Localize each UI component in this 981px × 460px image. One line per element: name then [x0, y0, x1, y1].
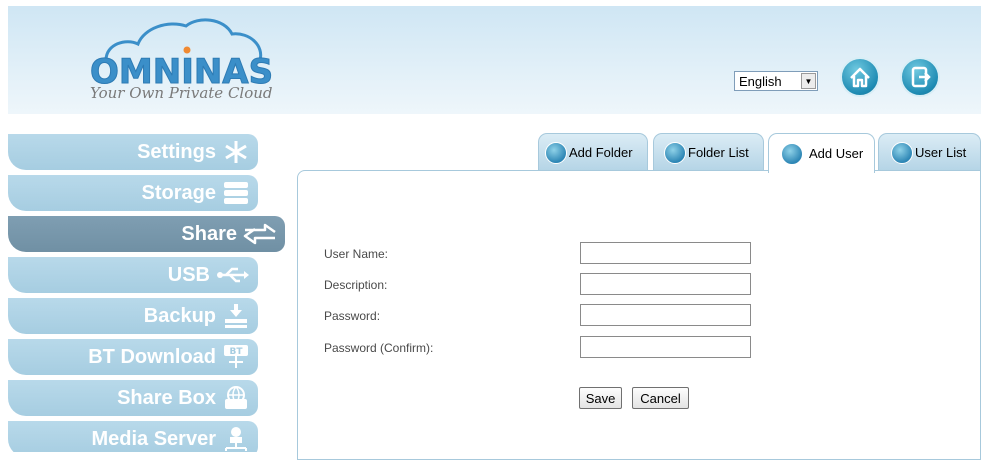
sidebar-item-settings[interactable]: Settings: [8, 134, 258, 170]
logout-icon: [911, 66, 931, 88]
sidebar-item-label: Storage: [141, 181, 216, 204]
description-label: Description:: [324, 278, 388, 292]
logout-button[interactable]: [900, 57, 940, 97]
tab-label: Add Folder: [569, 145, 633, 160]
chevron-down-icon[interactable]: ▼: [801, 73, 816, 89]
sidebar-item-label: Share: [181, 222, 237, 245]
user-list-icon: [891, 141, 913, 164]
tab-user-list[interactable]: User List: [878, 133, 981, 171]
share-arrows-icon: [243, 221, 277, 247]
password-confirm-input[interactable]: [580, 336, 751, 358]
sidebar-item-storage[interactable]: Storage: [8, 175, 258, 211]
sidebar-item-label: Share Box: [117, 386, 216, 409]
bt-icon: BT: [222, 344, 250, 370]
language-select[interactable]: English ▼: [734, 71, 818, 91]
sidebar-nav: Settings Storage Share USB Backup BT Dow…: [8, 134, 288, 452]
password-confirm-label: Password (Confirm):: [324, 341, 434, 355]
svg-text:BT: BT: [230, 347, 244, 357]
header-banner: OMNINAS Your Own Private Cloud: [8, 6, 981, 114]
sidebar-item-share-box[interactable]: Share Box: [8, 380, 258, 416]
download-tray-icon: [222, 303, 250, 329]
user-name-label: User Name:: [324, 247, 389, 261]
password-label: Password:: [324, 309, 381, 323]
tab-label: Folder List: [688, 145, 749, 160]
sidebar-item-label: Settings: [137, 140, 216, 163]
snowflake-icon: [222, 139, 250, 165]
sidebar-item-label: BT Download: [88, 345, 216, 368]
language-value: English: [739, 73, 782, 89]
password-input[interactable]: [580, 304, 751, 326]
tab-folder-list[interactable]: Folder List: [653, 133, 764, 171]
sidebar-item-media-server[interactable]: Media Server: [8, 421, 258, 452]
sidebar-item-share[interactable]: Share: [8, 216, 285, 252]
media-network-icon: [222, 426, 250, 452]
folder-list-icon: [664, 141, 686, 164]
description-input[interactable]: [580, 273, 751, 295]
add-folder-icon: [545, 141, 567, 164]
sidebar-item-usb[interactable]: USB: [8, 257, 258, 293]
logo-tagline: Your Own Private Cloud: [90, 84, 273, 102]
sidebar-item-backup[interactable]: Backup: [8, 298, 258, 334]
tab-label: User List: [915, 145, 967, 160]
disk-stack-icon: [222, 180, 250, 206]
add-user-icon: [781, 142, 803, 165]
save-button[interactable]: Save: [579, 387, 622, 409]
tab-add-user[interactable]: Add User: [768, 133, 875, 173]
sidebar-item-label: Backup: [143, 304, 216, 327]
tab-label: Add User: [809, 146, 864, 161]
home-icon: [850, 67, 870, 88]
sidebar-item-label: Media Server: [91, 427, 216, 450]
home-button[interactable]: [840, 57, 880, 97]
globe-folder-icon: [222, 385, 250, 411]
sidebar-item-bt-download[interactable]: BT Download BT: [8, 339, 258, 375]
tab-add-folder[interactable]: Add Folder: [538, 133, 648, 171]
sidebar-item-label: USB: [167, 263, 210, 286]
user-name-input[interactable]: [580, 242, 751, 264]
usb-icon: [216, 262, 250, 288]
cancel-button[interactable]: Cancel: [632, 387, 689, 409]
